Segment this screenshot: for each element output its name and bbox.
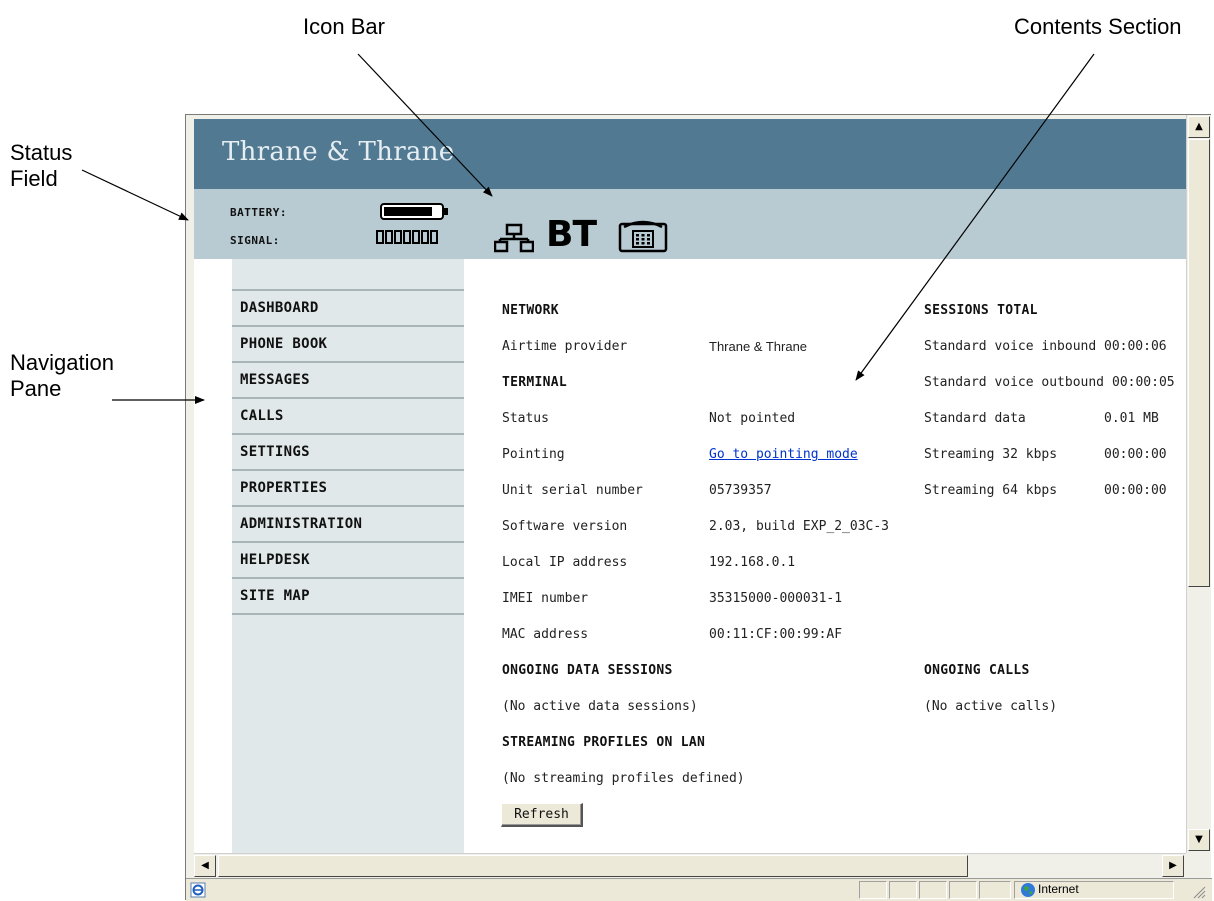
lan-network-icon[interactable]: [494, 223, 534, 253]
streaming-64-value: 00:00:00: [1104, 483, 1167, 498]
callout-navigation-line1: Navigation: [10, 350, 114, 375]
horizontal-scroll-thumb[interactable]: [218, 855, 968, 877]
callout-status-line1: Status: [10, 140, 73, 165]
header-banner: Thrane & Thrane: [194, 119, 1186, 189]
terminal-status-value: Not pointed: [709, 411, 796, 426]
local-ip-value: 192.168.0.1: [709, 555, 796, 570]
status-pane-3: [919, 881, 947, 899]
scroll-right-button[interactable]: ▶: [1162, 855, 1184, 877]
scroll-up-button[interactable]: ▲: [1188, 116, 1210, 138]
voice-inbound-label: Standard voice inbound: [924, 339, 1097, 354]
nav-item-site-map[interactable]: SITE MAP: [232, 579, 464, 615]
ongoing-data-sessions-text: (No active data sessions): [502, 699, 698, 714]
signal-label: SIGNAL:: [230, 234, 280, 247]
mac-address-label: MAC address: [502, 627, 589, 642]
battery-label: BATTERY:: [230, 206, 287, 219]
callout-status-field: Status Field: [10, 140, 72, 192]
nav-item-dashboard[interactable]: DASHBOARD: [232, 291, 464, 327]
battery-icon: [380, 203, 448, 220]
browser-window: Thrane & Thrane BATTERY: SIGNAL: BT DASH…: [185, 114, 1212, 901]
airtime-provider-value: Thrane & Thrane: [709, 339, 808, 354]
signal-bar: [412, 230, 420, 244]
nav-item-settings[interactable]: SETTINGS: [232, 435, 464, 471]
terminal-heading: TERMINAL: [502, 375, 568, 390]
globe-icon: [1021, 883, 1035, 897]
voice-outbound-label: Standard voice outbound: [924, 375, 1105, 390]
nav-item-helpdesk[interactable]: HELPDESK: [232, 543, 464, 579]
status-field: BATTERY: SIGNAL: BT: [194, 189, 1186, 259]
serial-number-label: Unit serial number: [502, 483, 643, 498]
streaming-profiles-text: (No streaming profiles defined): [502, 771, 745, 786]
signal-bar: [376, 230, 384, 244]
imei-label: IMEI number: [502, 591, 589, 606]
signal-bar: [421, 230, 429, 244]
resize-grip-icon[interactable]: [1190, 883, 1206, 899]
nav-item-calls[interactable]: CALLS: [232, 399, 464, 435]
callout-status-line2: Field: [10, 166, 58, 191]
callout-icon-bar: Icon Bar: [303, 14, 385, 39]
status-pane-5: [979, 881, 1011, 899]
nav-item-administration[interactable]: ADMINISTRATION: [232, 507, 464, 543]
mac-address-value: 00:11:CF:00:99:AF: [709, 627, 843, 642]
signal-strength-indicator: [376, 230, 438, 244]
streaming-64-label: Streaming 64 kbps: [924, 483, 1058, 498]
local-ip-label: Local IP address: [502, 555, 628, 570]
signal-bar: [403, 230, 411, 244]
callout-navigation-pane: Navigation Pane: [10, 350, 114, 402]
go-to-pointing-mode-link[interactable]: Go to pointing mode: [709, 447, 858, 462]
navigation-pane: DASHBOARD PHONE BOOK MESSAGES CALLS SETT…: [232, 259, 464, 853]
ongoing-calls-text: (No active calls): [924, 699, 1058, 714]
bt-icon-text: BT: [546, 214, 597, 255]
callout-navigation-line2: Pane: [10, 376, 62, 401]
signal-bar: [394, 230, 402, 244]
software-version-label: Software version: [502, 519, 628, 534]
terminal-status-label: Status: [502, 411, 549, 426]
ongoing-calls-heading: ONGOING CALLS: [924, 663, 1030, 678]
standard-data-value: 0.01 MB: [1104, 411, 1159, 426]
ie-page-icon: [190, 882, 206, 898]
brand-logo: Thrane & Thrane: [222, 137, 455, 167]
streaming-profiles-heading: STREAMING PROFILES ON LAN: [502, 735, 706, 750]
scroll-left-button[interactable]: ◀: [194, 855, 216, 877]
software-version-value: 2.03, build EXP_2_03C-3: [709, 519, 890, 534]
nav-item-phone-book[interactable]: PHONE BOOK: [232, 327, 464, 363]
browser-status-bar: Internet: [186, 878, 1212, 901]
network-heading: NETWORK: [502, 303, 559, 318]
zone-label: Internet: [1038, 882, 1079, 896]
streaming-32-value: 00:00:00: [1104, 447, 1167, 462]
signal-bar: [385, 230, 393, 244]
horizontal-scrollbar[interactable]: ◀ ▶: [194, 853, 1186, 878]
signal-bar: [430, 230, 438, 244]
airtime-provider-label: Airtime provider: [502, 339, 628, 354]
standard-data-label: Standard data: [924, 411, 1026, 426]
status-pane-2: [889, 881, 917, 899]
bt-icon[interactable]: BT: [546, 214, 597, 255]
pointing-label: Pointing: [502, 447, 565, 462]
arrow-status-field: [81, 169, 189, 221]
nav-item-messages[interactable]: MESSAGES: [232, 363, 464, 399]
serial-number-value: 05739357: [709, 483, 772, 498]
ongoing-data-sessions-heading: ONGOING DATA SESSIONS: [502, 663, 673, 678]
voice-inbound-value: 00:00:06: [1104, 339, 1167, 354]
contents-section: NETWORK Airtime provider Thrane & Thrane…: [464, 259, 1186, 853]
phone-icon[interactable]: [618, 219, 668, 253]
web-page: Thrane & Thrane BATTERY: SIGNAL: BT DASH…: [194, 119, 1186, 853]
nav-top-spacer: [232, 259, 464, 291]
nav-item-properties[interactable]: PROPERTIES: [232, 471, 464, 507]
refresh-button[interactable]: Refresh: [501, 803, 583, 827]
voice-outbound-value: 00:00:05: [1112, 375, 1175, 390]
streaming-32-label: Streaming 32 kbps: [924, 447, 1058, 462]
scroll-down-button[interactable]: ▼: [1188, 829, 1210, 851]
vertical-scrollbar[interactable]: ▲ ▼: [1186, 115, 1211, 853]
imei-value: 35315000-000031-1: [709, 591, 843, 606]
status-pane-1: [859, 881, 887, 899]
callout-contents-section: Contents Section: [1014, 14, 1182, 39]
vertical-scroll-thumb[interactable]: [1188, 139, 1210, 587]
status-pane-4: [949, 881, 977, 899]
sessions-total-heading: SESSIONS TOTAL: [924, 303, 1038, 318]
